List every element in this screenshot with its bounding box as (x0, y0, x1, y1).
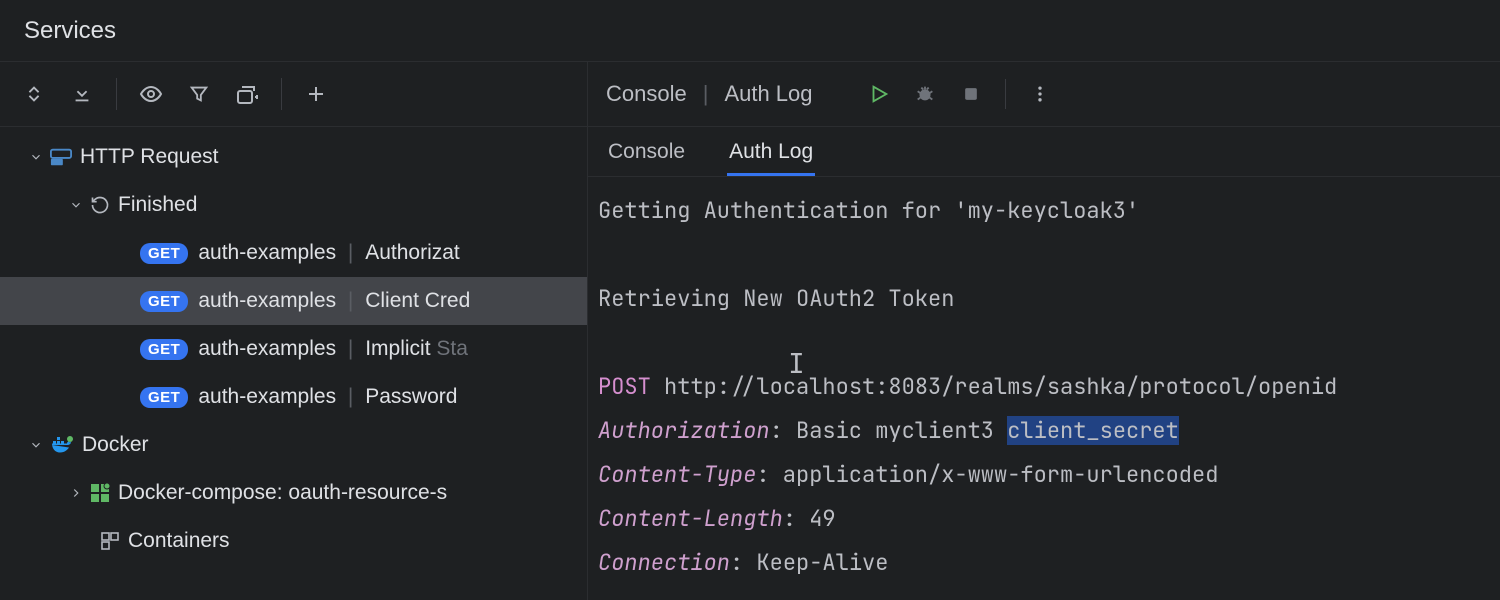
separator: | (336, 337, 365, 361)
refresh-icon (90, 195, 110, 215)
tree-label: Docker (82, 433, 149, 457)
filter-icon[interactable] (181, 76, 217, 112)
tree-node-request[interactable]: GET auth-examples | Implicit Sta (0, 325, 587, 373)
header-name: Connection (598, 548, 730, 577)
tree-label: auth-examples (198, 289, 336, 313)
containers-icon (100, 531, 120, 551)
tree-node-containers[interactable]: Containers (0, 517, 587, 565)
http-method: POST (598, 372, 651, 401)
services-toolbar (0, 62, 587, 127)
tree-label: HTTP Request (80, 145, 219, 169)
docker-icon (50, 436, 74, 454)
tab-auth-log[interactable]: Auth Log (727, 130, 815, 176)
tree-label: auth-examples (198, 385, 336, 409)
selected-text: client_secret (1007, 416, 1179, 445)
services-tree-panel: HTTP Request Finished GET auth-examples … (0, 62, 588, 600)
tree-tail: Password (365, 385, 457, 409)
tree-node-request[interactable]: GET auth-examples | Authorizat (0, 229, 587, 277)
header-value: : Keep-Alive (730, 548, 888, 577)
panel-title: Services (0, 0, 1500, 62)
tree-node-finished[interactable]: Finished (0, 181, 587, 229)
chevron-right-icon (66, 486, 86, 500)
tree-tail: Client Cred (365, 289, 470, 313)
tree-node-request[interactable]: GET auth-examples | Client Cred (0, 277, 587, 325)
compose-icon (90, 483, 110, 503)
separator: | (697, 81, 715, 107)
tree-node-request[interactable]: GET auth-examples | Password (0, 373, 587, 421)
log-toolbar: Console | Auth Log (588, 62, 1500, 127)
services-tree[interactable]: HTTP Request Finished GET auth-examples … (0, 127, 587, 600)
log-panel: Console | Auth Log Console Auth Log Gett… (588, 62, 1500, 600)
more-icon[interactable] (1022, 76, 1058, 112)
expand-all-icon[interactable] (16, 76, 52, 112)
auth-log-output[interactable]: Getting Authentication for 'my-keycloak3… (588, 177, 1500, 600)
tree-node-docker[interactable]: Docker (0, 421, 587, 469)
tree-label: auth-examples (198, 241, 336, 265)
method-badge: GET (140, 339, 188, 360)
header-value: : 49 (783, 504, 836, 533)
tree-tail: Implicit Sta (365, 337, 468, 361)
stop-icon[interactable] (953, 76, 989, 112)
separator: | (336, 289, 365, 313)
group-icon[interactable] (229, 76, 265, 112)
separator: | (336, 241, 365, 265)
run-icon[interactable] (861, 76, 897, 112)
chevron-down-icon (26, 150, 46, 164)
header-value: : Basic myclient3 (770, 416, 1008, 445)
header-name: Authorization (598, 416, 770, 445)
tree-node-http-request[interactable]: HTTP Request (0, 133, 587, 181)
tab-console[interactable]: Console (606, 130, 687, 176)
tree-node-docker-compose[interactable]: Docker-compose: oauth-resource-s (0, 469, 587, 517)
tree-label: auth-examples (198, 337, 336, 361)
http-url: http://localhost:8083/realms/sashka/prot… (651, 372, 1337, 401)
breadcrumb[interactable]: Auth Log (724, 81, 812, 107)
header-name: Content-Length (598, 504, 783, 533)
tree-tail: Authorizat (365, 241, 460, 265)
log-tabs: Console Auth Log (588, 127, 1500, 177)
api-icon (50, 147, 72, 167)
method-badge: GET (140, 387, 188, 408)
method-badge: GET (140, 243, 188, 264)
header-name: Content-Type (598, 460, 756, 489)
log-line: Getting Authentication for 'my-keycloak3… (598, 196, 1139, 225)
chevron-down-icon (66, 198, 86, 212)
chevron-down-icon (26, 438, 46, 452)
log-line: Retrieving New OAuth2 Token (598, 284, 954, 313)
collapse-all-icon[interactable] (64, 76, 100, 112)
header-value: : application/x-www-form-urlencoded (756, 460, 1218, 489)
tree-label: Containers (128, 529, 230, 553)
method-badge: GET (140, 291, 188, 312)
add-icon[interactable] (298, 76, 334, 112)
view-icon[interactable] (133, 76, 169, 112)
debug-icon[interactable] (907, 76, 943, 112)
separator: | (336, 385, 365, 409)
tree-label: Finished (118, 193, 197, 217)
breadcrumb[interactable]: Console (606, 81, 687, 107)
tree-label: Docker-compose: oauth-resource-s (118, 481, 447, 505)
